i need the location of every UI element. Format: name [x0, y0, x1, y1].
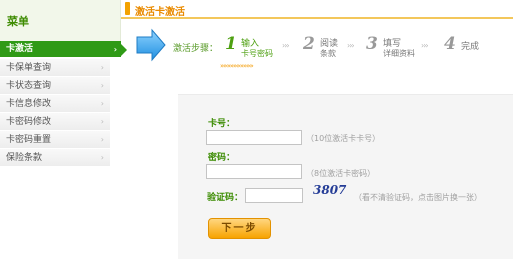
- sidebar-menu: 卡激活 › 卡保单查询 › 卡状态查询 › 卡信息修改 › 卡密码修改 › 卡密…: [0, 41, 127, 167]
- sidebar-item-terms[interactable]: 保险条款 ›: [0, 149, 110, 167]
- captcha-input[interactable]: [245, 188, 303, 203]
- main-header: 激活卡激活: [121, 0, 513, 19]
- sidebar-item-label: 卡密码修改: [6, 117, 52, 127]
- step-4-title: 完成: [461, 42, 480, 52]
- captcha-image[interactable]: 3807: [313, 183, 346, 197]
- card-number-hint: （10位激活卡卡号）: [306, 134, 381, 143]
- password-label: 密码：: [208, 153, 236, 163]
- sidebar-title: 菜单: [7, 15, 29, 28]
- step-1-number: 1: [225, 34, 237, 54]
- sidebar-item-card-activation[interactable]: 卡激活 ›: [0, 41, 127, 58]
- sidebar-item-label: 卡状态查询: [6, 81, 52, 91]
- chevron-right-icon: ›: [100, 153, 104, 162]
- chevron-right-icon: ›: [100, 117, 104, 126]
- chevron-right-icon: ›: [100, 63, 104, 72]
- chevron-right-icon: ›: [100, 81, 104, 90]
- sidebar-item-status-query[interactable]: 卡状态查询 ›: [0, 77, 110, 95]
- step-progress-indicator: »»»»»»»»»»: [220, 62, 254, 70]
- chevrons-icon: ›››: [282, 41, 290, 50]
- sidebar-item-password-reset[interactable]: 卡密码重置 ›: [0, 131, 110, 149]
- step-2-subtitle: 条款: [320, 49, 336, 58]
- card-number-input[interactable]: [206, 130, 302, 145]
- step-3-number: 3: [366, 34, 378, 54]
- step-2-number: 2: [303, 34, 315, 54]
- step-4-number: 4: [444, 34, 456, 54]
- steps-bar: 激活步骤： 1 输入 卡号密码 »»»»»»»»»» ››› 2 阅读 条款 ›…: [121, 24, 513, 72]
- arrow-right-icon: [135, 28, 167, 65]
- title-marker-icon: [125, 2, 130, 15]
- chevrons-icon: ›››: [421, 41, 429, 50]
- sidebar-header: 菜单: [0, 0, 121, 41]
- sidebar-item-label: 卡激活: [6, 44, 34, 54]
- sidebar: 菜单 卡激活 › 卡保单查询 › 卡状态查询 › 卡信息修改 › 卡密码修改 ›…: [0, 0, 127, 267]
- sidebar-item-label: 卡保单查询: [6, 63, 52, 73]
- chevron-right-icon: ›: [100, 135, 104, 144]
- sidebar-item-password-edit[interactable]: 卡密码修改 ›: [0, 113, 110, 131]
- card-number-label: 卡号：: [208, 119, 236, 129]
- sidebar-item-label: 卡信息修改: [6, 99, 52, 109]
- step-1-subtitle: 卡号密码: [241, 49, 273, 58]
- captcha-hint: （看不清验证码，点击图片换一张）: [354, 193, 482, 202]
- chevron-right-icon: ›: [100, 99, 104, 108]
- sidebar-item-policy-query[interactable]: 卡保单查询 ›: [0, 59, 110, 77]
- captcha-label: 验证码：: [207, 193, 244, 203]
- sidebar-item-label: 保险条款: [6, 153, 43, 163]
- next-step-button[interactable]: 下一步: [208, 218, 271, 239]
- step-3-subtitle: 详细资料: [383, 49, 415, 58]
- sidebar-item-info-edit[interactable]: 卡信息修改 ›: [0, 95, 110, 113]
- password-hint: （8位激活卡密码）: [306, 169, 376, 178]
- sidebar-item-label: 卡密码重置: [6, 135, 52, 145]
- chevron-right-icon: ›: [113, 45, 117, 54]
- password-input[interactable]: [206, 164, 302, 179]
- chevrons-icon: ›››: [347, 41, 355, 50]
- steps-label: 激活步骤：: [173, 44, 219, 54]
- page-title: 激活卡激活: [135, 7, 185, 18]
